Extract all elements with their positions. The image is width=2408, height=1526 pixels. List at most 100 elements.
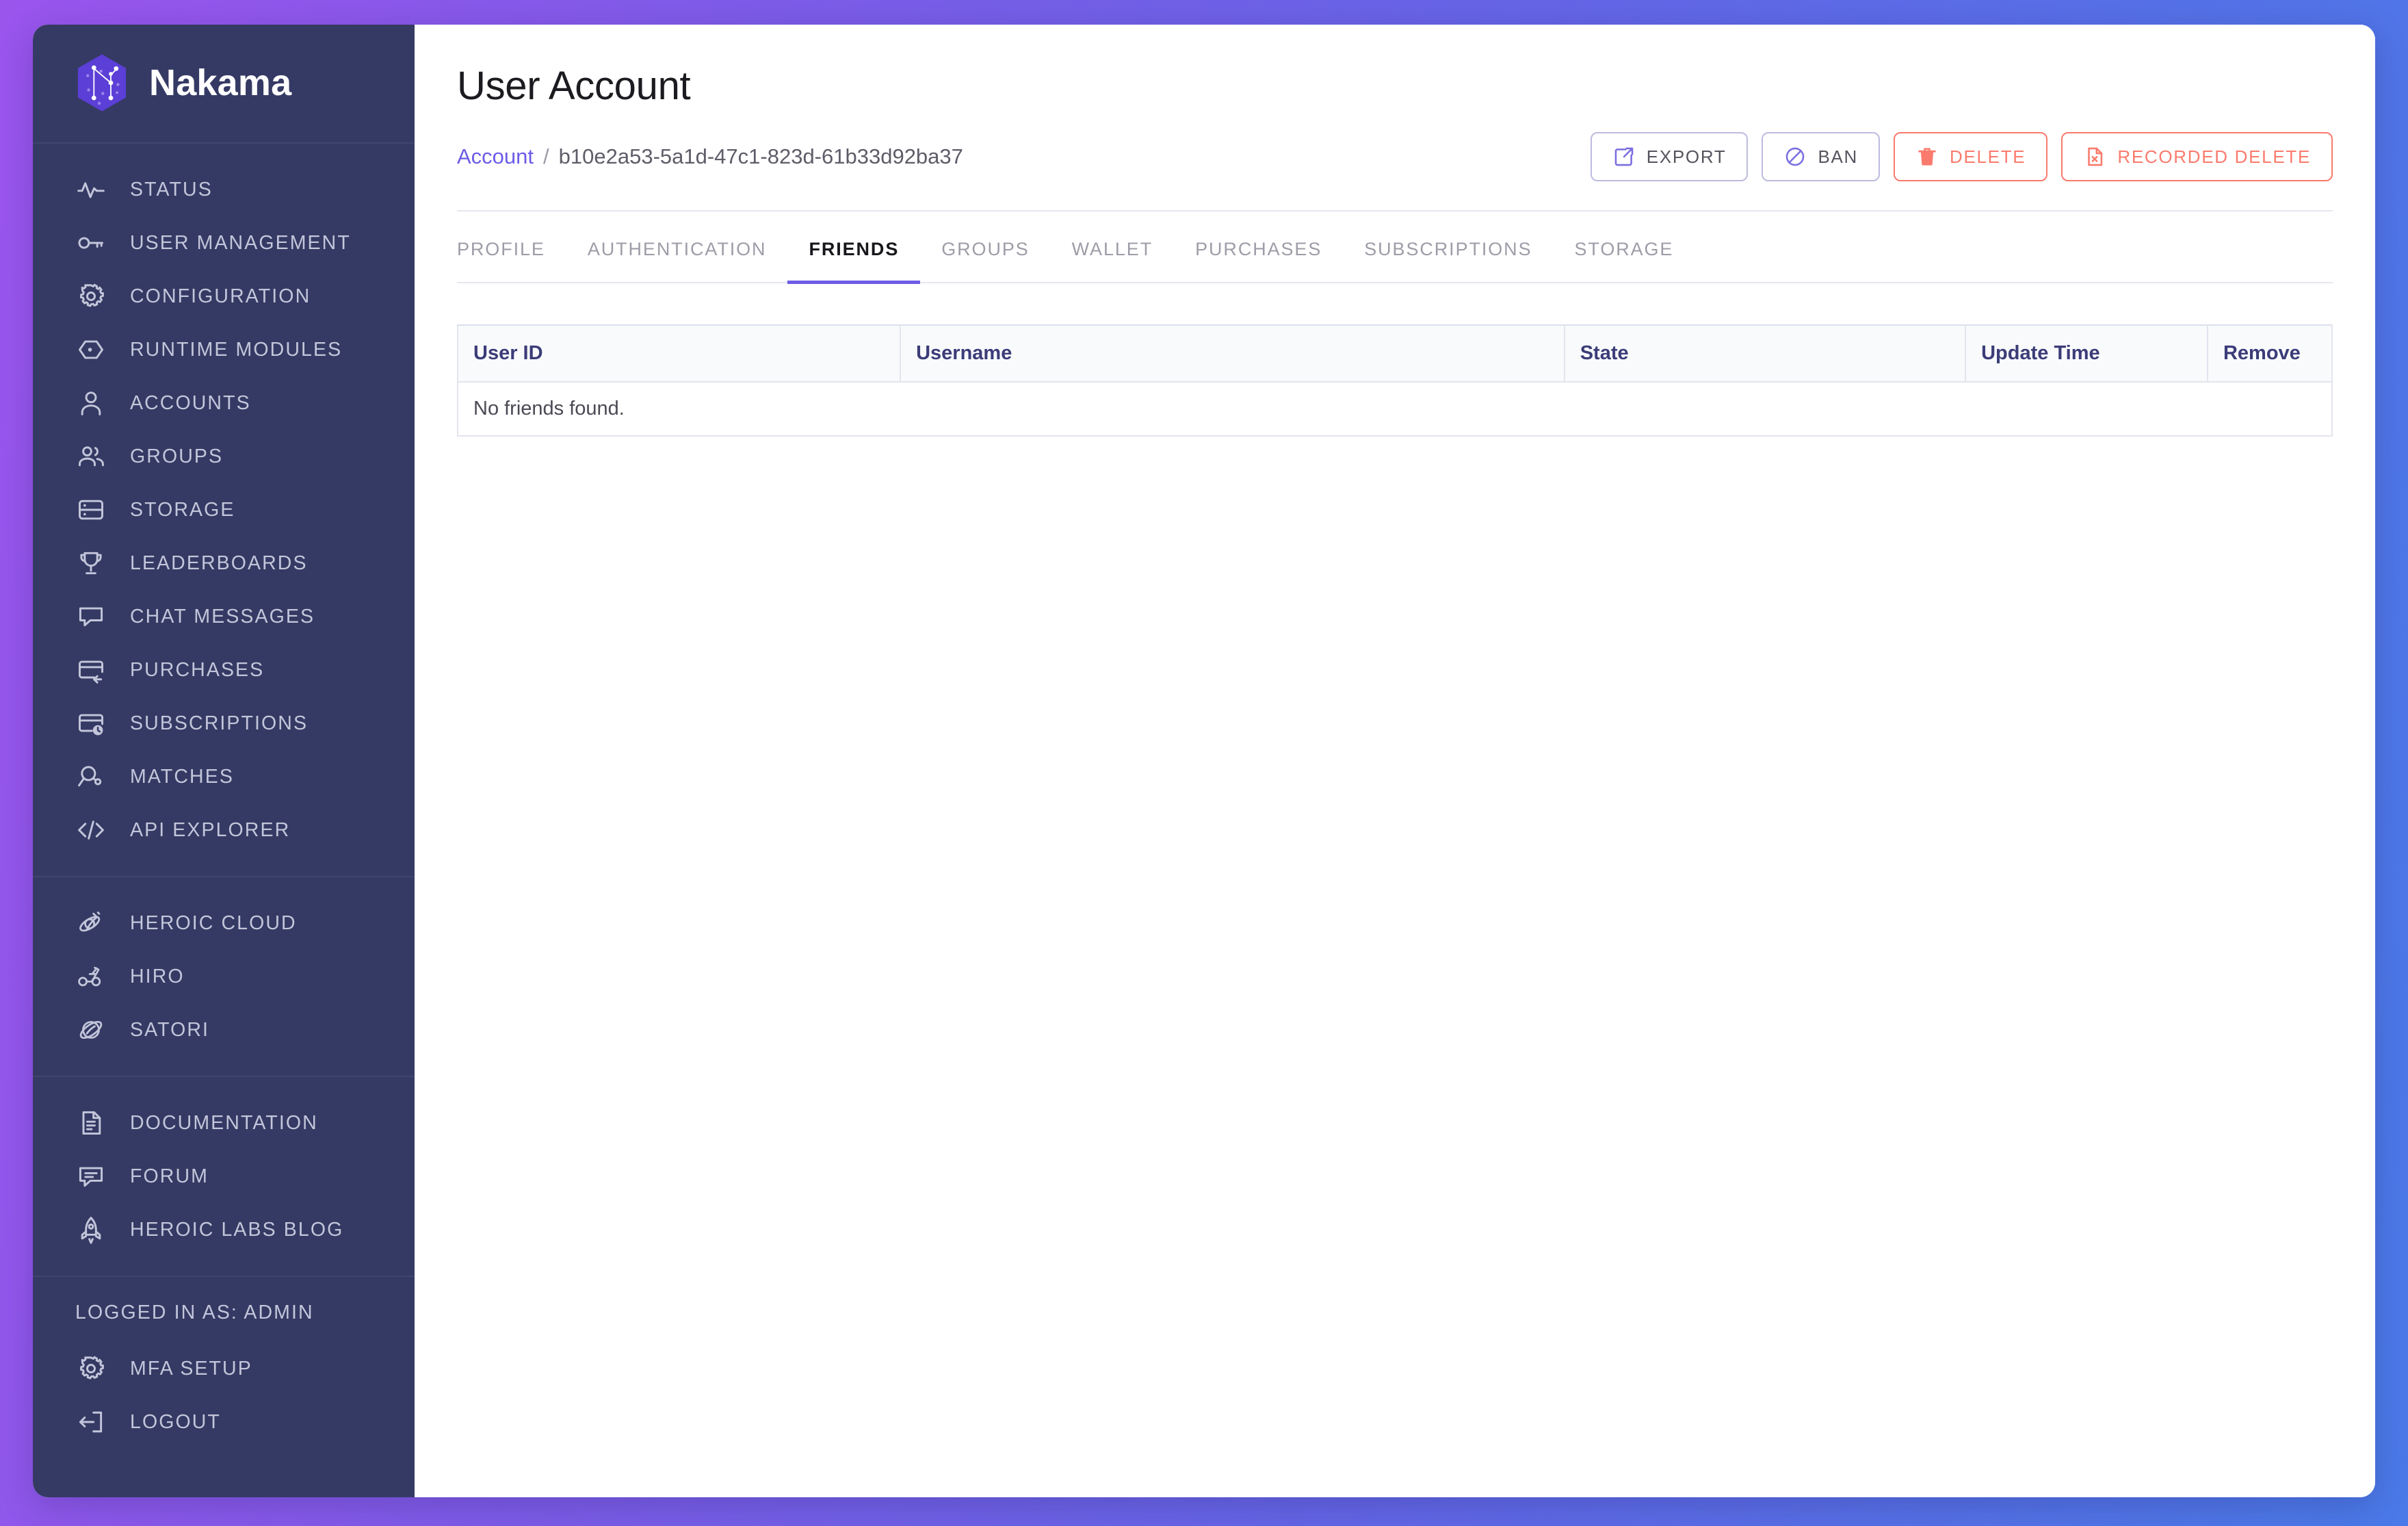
- tab-purchases[interactable]: PURCHASES: [1174, 216, 1343, 284]
- tab-subscriptions[interactable]: SUBSCRIPTIONS: [1343, 216, 1553, 284]
- friends-table-head: User ID Username State Update Time Remov…: [456, 324, 2333, 383]
- external-link-icon: [1614, 147, 1634, 166]
- tab-friends[interactable]: FRIENDS: [787, 216, 921, 284]
- file-x-icon: [2088, 147, 2103, 166]
- satori-icon: [75, 1014, 107, 1046]
- ban-button-label: BAN: [1818, 146, 1858, 167]
- sidebar-item-storage[interactable]: STORAGE: [33, 483, 415, 536]
- sidebar-item-runtime-modules[interactable]: RUNTIME MODULES: [33, 323, 415, 376]
- sidebar-item-label: SATORI: [130, 1018, 210, 1041]
- ban-button[interactable]: BAN: [1762, 132, 1880, 181]
- sidebar-item-satori[interactable]: SATORI: [33, 1003, 415, 1057]
- table-empty-row: No friends found.: [457, 381, 2333, 437]
- sidebar-item-heroic-labs-blog[interactable]: HEROIC LABS BLOG: [33, 1203, 415, 1256]
- sidebar-item-label: CHAT MESSAGES: [130, 605, 315, 628]
- sidebar-item-leaderboards[interactable]: LEADERBOARDS: [33, 536, 415, 590]
- export-button-label: EXPORT: [1646, 146, 1727, 167]
- hiro-icon: [75, 961, 107, 992]
- export-button[interactable]: EXPORT: [1590, 132, 1749, 181]
- column-header-state: State: [1563, 324, 1967, 383]
- gear-icon: [75, 281, 107, 312]
- sidebar-item-label: LEADERBOARDS: [130, 552, 308, 574]
- sidebar-item-subscriptions[interactable]: SUBSCRIPTIONS: [33, 697, 415, 750]
- sidebar-item-label: STORAGE: [130, 498, 235, 521]
- sidebar-item-configuration[interactable]: CONFIGURATION: [33, 270, 415, 323]
- app-window: Nakama STATUS USER MANAGEMENT CONFIGURAT…: [33, 25, 2375, 1497]
- trash-icon: [1918, 148, 1936, 166]
- sidebar-item-mfa-setup[interactable]: MFA SETUP: [33, 1342, 415, 1395]
- tab-groups[interactable]: GROUPS: [920, 216, 1050, 284]
- delete-button-label: DELETE: [1950, 146, 2026, 167]
- trophy-icon: [75, 547, 107, 579]
- recorded-delete-button-label: RECORDED DELETE: [2117, 146, 2311, 167]
- sidebar-section-products: HEROIC CLOUD HIRO SATORI: [33, 877, 415, 1077]
- key-icon: [75, 227, 107, 259]
- table-header-row: User ID Username State Update Time Remov…: [456, 324, 2333, 383]
- breadcrumb-actions-row: Account / b10e2a53-5a1d-47c1-823d-61b33d…: [457, 132, 2333, 211]
- sidebar-item-api-explorer[interactable]: API EXPLORER: [33, 803, 415, 857]
- sidebar-item-label: USER MANAGEMENT: [130, 231, 351, 254]
- sidebar-item-label: API EXPLORER: [130, 818, 291, 841]
- activity-pulse-icon: [75, 174, 107, 205]
- tab-authentication[interactable]: AUTHENTICATION: [566, 216, 788, 284]
- forum-chat-icon: [75, 1161, 107, 1192]
- user-icon: [75, 387, 107, 419]
- friends-table-body: No friends found.: [457, 381, 2333, 437]
- sidebar-section-account: LOGGED IN AS: ADMIN MFA SETUP LOGOUT: [33, 1277, 415, 1468]
- column-header-user-id: User ID: [456, 324, 902, 383]
- sidebar-item-label: ACCOUNTS: [130, 391, 251, 414]
- tab-storage[interactable]: STORAGE: [1554, 216, 1695, 284]
- sidebar-item-label: HEROIC CLOUD: [130, 911, 297, 934]
- ban-circle-slash-icon: [1786, 147, 1805, 166]
- sidebar-item-heroic-cloud[interactable]: HEROIC CLOUD: [33, 896, 415, 950]
- sidebar-item-accounts[interactable]: ACCOUNTS: [33, 376, 415, 430]
- sidebar: Nakama STATUS USER MANAGEMENT CONFIGURAT…: [33, 25, 415, 1497]
- document-icon: [75, 1107, 107, 1139]
- breadcrumb-link-account[interactable]: Account: [457, 144, 534, 169]
- heroic-cloud-icon: [75, 907, 107, 939]
- nakama-hexagon-logo-icon: [77, 54, 127, 112]
- sidebar-item-label: HEROIC LABS BLOG: [130, 1218, 344, 1241]
- sidebar-item-logout[interactable]: LOGOUT: [33, 1395, 415, 1449]
- sidebar-section-resources: DOCUMENTATION FORUM HEROIC LABS BLOG: [33, 1077, 415, 1277]
- gear-icon: [75, 1353, 107, 1384]
- sidebar-item-user-management[interactable]: USER MANAGEMENT: [33, 216, 415, 270]
- sidebar-item-label: PURCHASES: [130, 658, 265, 681]
- credit-card-clock-icon: [75, 708, 107, 739]
- tab-profile[interactable]: PROFILE: [457, 216, 566, 284]
- breadcrumb-separator: /: [543, 144, 549, 168]
- sidebar-section-primary: STATUS USER MANAGEMENT CONFIGURATION RUN…: [33, 144, 415, 877]
- search-user-icon: [75, 761, 107, 792]
- sidebar-item-matches[interactable]: MATCHES: [33, 750, 415, 803]
- rocket-icon: [75, 1214, 107, 1245]
- hexagon-dot-icon: [75, 334, 107, 365]
- brand-name: Nakama: [149, 62, 292, 103]
- sidebar-item-label: MFA SETUP: [130, 1357, 252, 1380]
- database-icon: [75, 494, 107, 526]
- sidebar-item-documentation[interactable]: DOCUMENTATION: [33, 1096, 415, 1150]
- sidebar-item-label: CONFIGURATION: [130, 285, 311, 307]
- sidebar-item-label: GROUPS: [130, 445, 224, 467]
- page-title: User Account: [457, 64, 691, 108]
- credit-card-arrow-icon: [75, 654, 107, 686]
- sidebar-item-status[interactable]: STATUS: [33, 163, 415, 216]
- logout-arrow-icon: [75, 1406, 107, 1438]
- recorded-delete-button[interactable]: RECORDED DELETE: [2061, 132, 2333, 181]
- brand-header[interactable]: Nakama: [33, 25, 415, 144]
- friends-table-wrapper: User ID Username State Update Time Remov…: [456, 324, 2333, 437]
- sidebar-item-label: HIRO: [130, 965, 185, 987]
- sidebar-item-chat-messages[interactable]: CHAT MESSAGES: [33, 590, 415, 643]
- tab-wallet[interactable]: WALLET: [1051, 216, 1174, 284]
- delete-button[interactable]: DELETE: [1894, 132, 2048, 181]
- sidebar-item-groups[interactable]: GROUPS: [33, 430, 415, 483]
- sidebar-item-label: SUBSCRIPTIONS: [130, 712, 309, 734]
- code-brackets-icon: [75, 814, 107, 846]
- sidebar-item-label: RUNTIME MODULES: [130, 338, 343, 361]
- sidebar-item-forum[interactable]: FORUM: [33, 1150, 415, 1203]
- breadcrumb-current-id: b10e2a53-5a1d-47c1-823d-61b33d92ba37: [558, 144, 963, 168]
- sidebar-item-hiro[interactable]: HIRO: [33, 950, 415, 1003]
- account-tabs: PROFILE AUTHENTICATION FRIENDS GROUPS WA…: [457, 216, 2333, 284]
- sidebar-item-purchases[interactable]: PURCHASES: [33, 643, 415, 697]
- chat-bubble-icon: [75, 601, 107, 632]
- main-content: User Account Account / b10e2a53-5a1d-47c…: [415, 25, 2375, 1497]
